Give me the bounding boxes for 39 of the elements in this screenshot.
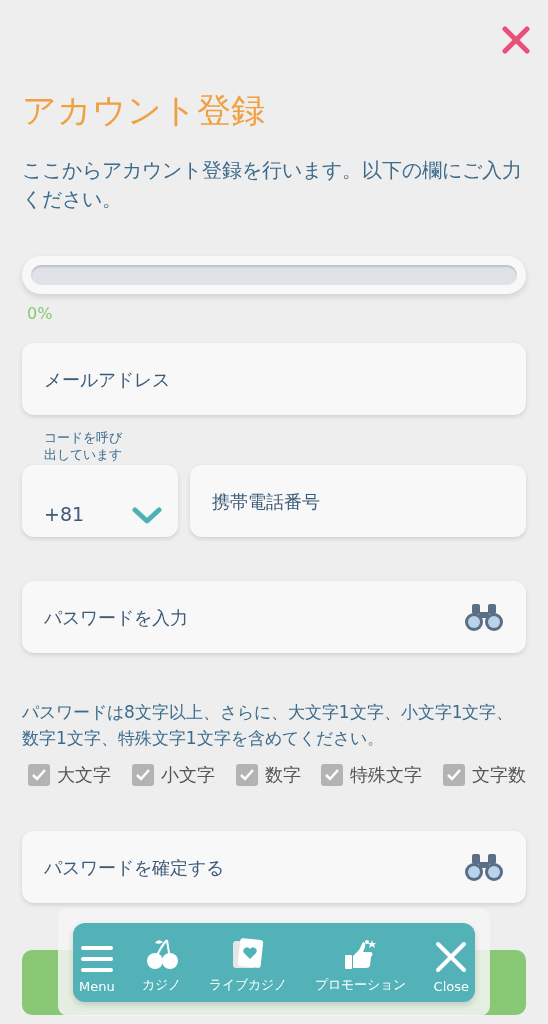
nav-item[interactable]: Close <box>433 923 469 1002</box>
checkbox[interactable] <box>131 764 154 786</box>
checkmark-icon <box>325 769 340 781</box>
cherry-icon <box>144 938 179 970</box>
checkbox[interactable] <box>443 764 465 786</box>
email-field[interactable]: メールアドレス <box>22 343 526 415</box>
close-icon <box>435 941 468 973</box>
country-code-select[interactable]: +81 <box>22 465 178 537</box>
thumbs-up-icon <box>343 938 378 970</box>
cards-icon <box>232 938 265 970</box>
checkmark-icon <box>447 769 461 781</box>
checkmark-icon <box>135 769 150 781</box>
menu-icon <box>79 945 114 973</box>
checkbox-label: 小文字 <box>160 763 215 787</box>
confirm-password-field[interactable]: パスワードを確定する <box>22 831 526 903</box>
progress-percent: 0% <box>27 304 53 323</box>
nav-item[interactable]: カジノ <box>142 923 182 1002</box>
nav-item[interactable]: Menu <box>79 923 115 1002</box>
checkbox-label: 大文字 <box>57 763 111 787</box>
nav-item[interactable]: プロモーション <box>314 923 406 1002</box>
checkbox-label: 文字数 <box>472 763 526 787</box>
checkbox[interactable] <box>321 764 344 786</box>
description: ここからアカウント登録を行います。以下の欄にご入力ください。 <box>22 157 523 213</box>
checkbox[interactable] <box>28 764 50 786</box>
page-title: アカウント登録 <box>22 89 265 132</box>
chevron-down-icon <box>132 507 162 525</box>
checkbox-label: 数字 <box>264 763 301 787</box>
checkbox-label: 特殊文字 <box>350 763 423 787</box>
checkmark-icon <box>32 769 46 781</box>
nav-item[interactable]: ライブカジノ <box>209 923 288 1002</box>
password-rules: パスワードは8文字以上、さらに、大文字1文字、小文字1文字、数字1文字、特殊文字1文字を含めてください。 <box>22 701 515 750</box>
binoculars-icon[interactable] <box>464 852 504 882</box>
binoculars-icon[interactable] <box>464 602 504 632</box>
checkbox[interactable] <box>235 764 258 786</box>
phone-field[interactable]: 携帯電話番号 <box>190 465 526 537</box>
checkmark-icon <box>239 769 254 781</box>
field-label: コードを呼び出しています <box>43 429 123 463</box>
password-field[interactable]: パスワードを入力 <box>22 581 526 653</box>
close-icon[interactable] <box>502 26 530 54</box>
